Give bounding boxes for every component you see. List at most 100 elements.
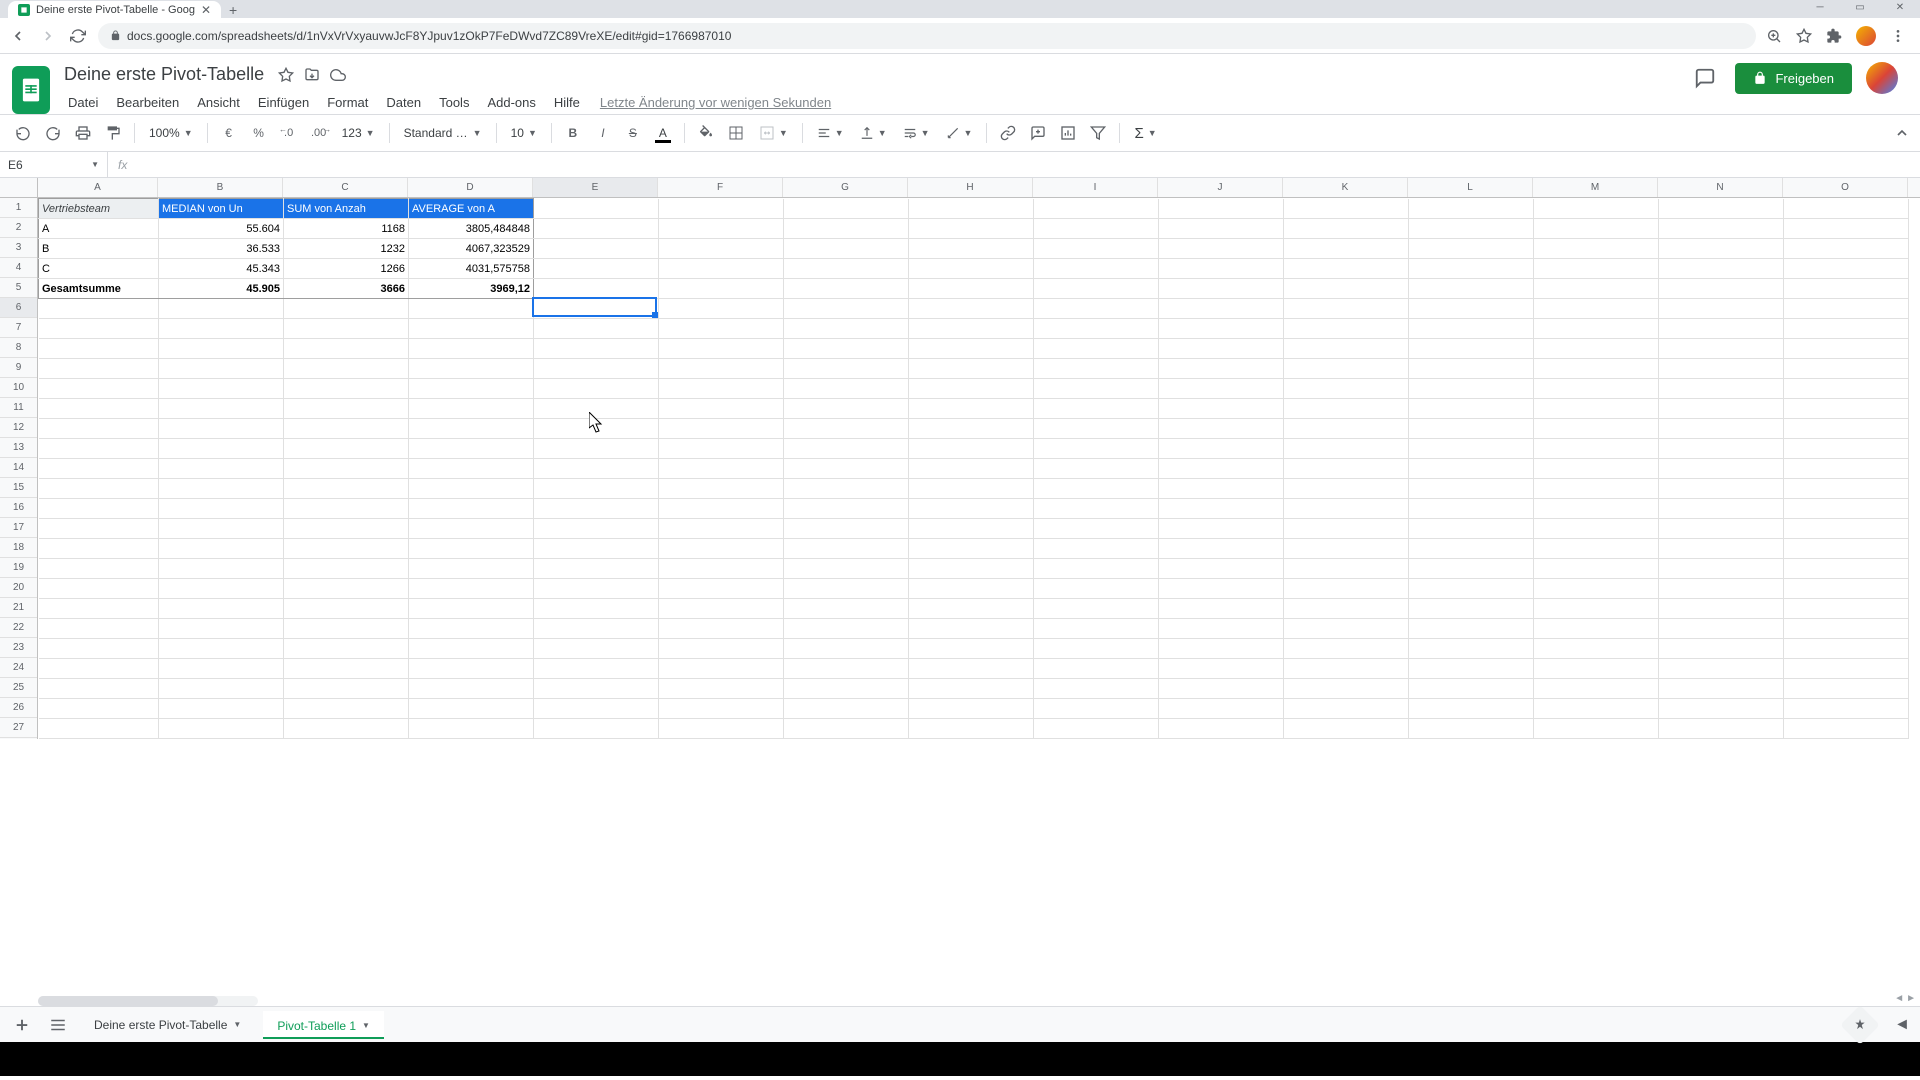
cell[interactable] <box>784 479 909 499</box>
cell[interactable] <box>1284 219 1409 239</box>
cell[interactable] <box>1409 319 1534 339</box>
cell[interactable] <box>409 719 534 739</box>
italic-button[interactable]: I <box>590 120 616 146</box>
cell[interactable] <box>1659 499 1784 519</box>
cell[interactable] <box>1784 599 1909 619</box>
window-minimize[interactable]: ─ <box>1800 0 1840 14</box>
cell[interactable] <box>1159 599 1284 619</box>
cell[interactable] <box>784 379 909 399</box>
cell[interactable] <box>909 339 1034 359</box>
cell[interactable] <box>39 299 159 319</box>
cell[interactable] <box>409 419 534 439</box>
cell[interactable] <box>1784 259 1909 279</box>
cell[interactable] <box>1159 619 1284 639</box>
cell[interactable] <box>534 459 659 479</box>
cell[interactable] <box>1784 359 1909 379</box>
cell[interactable] <box>659 259 784 279</box>
cell[interactable] <box>1159 379 1284 399</box>
cell[interactable] <box>284 459 409 479</box>
cell[interactable] <box>784 459 909 479</box>
cell[interactable] <box>39 439 159 459</box>
cell[interactable] <box>1409 499 1534 519</box>
strikethrough-button[interactable]: S <box>620 120 646 146</box>
cell[interactable] <box>1284 499 1409 519</box>
cell[interactable] <box>159 599 284 619</box>
cell[interactable] <box>1534 539 1659 559</box>
cell[interactable] <box>1159 559 1284 579</box>
cell[interactable] <box>659 599 784 619</box>
column-header[interactable]: I <box>1033 178 1158 197</box>
cell[interactable] <box>284 299 409 319</box>
row-header[interactable]: 17 <box>0 518 37 538</box>
cell[interactable] <box>1784 659 1909 679</box>
cell[interactable] <box>659 239 784 259</box>
cell[interactable] <box>409 539 534 559</box>
cell[interactable] <box>659 519 784 539</box>
cell[interactable] <box>1159 359 1284 379</box>
cell[interactable] <box>1034 199 1159 219</box>
cell[interactable] <box>159 619 284 639</box>
cell[interactable] <box>534 659 659 679</box>
column-header[interactable]: C <box>283 178 408 197</box>
cell[interactable] <box>534 299 659 319</box>
sheets-logo[interactable] <box>12 66 50 114</box>
cell[interactable] <box>784 239 909 259</box>
cell[interactable] <box>784 659 909 679</box>
cell[interactable] <box>909 259 1034 279</box>
currency-button[interactable]: € <box>216 120 242 146</box>
cell[interactable] <box>1159 419 1284 439</box>
cell[interactable] <box>534 699 659 719</box>
cell[interactable] <box>409 299 534 319</box>
cell[interactable] <box>1659 639 1784 659</box>
explore-button[interactable] <box>1840 1005 1880 1045</box>
cell[interactable] <box>1159 459 1284 479</box>
window-maximize[interactable]: ▭ <box>1840 0 1880 14</box>
row-header[interactable]: 11 <box>0 398 37 418</box>
cell[interactable] <box>1034 219 1159 239</box>
cell[interactable] <box>409 459 534 479</box>
zoom-icon[interactable] <box>1766 28 1782 44</box>
cell[interactable] <box>1034 399 1159 419</box>
cell[interactable] <box>1284 299 1409 319</box>
cell[interactable] <box>1534 719 1659 739</box>
cell[interactable] <box>909 579 1034 599</box>
cell[interactable] <box>534 619 659 639</box>
cell[interactable] <box>784 719 909 739</box>
cell[interactable] <box>1034 459 1159 479</box>
cell[interactable] <box>909 499 1034 519</box>
cell[interactable] <box>1409 399 1534 419</box>
collapse-toolbar-icon[interactable] <box>1894 125 1910 141</box>
cell[interactable] <box>1534 439 1659 459</box>
cell[interactable] <box>1534 499 1659 519</box>
cell[interactable] <box>659 319 784 339</box>
cell[interactable] <box>409 439 534 459</box>
cell[interactable] <box>534 279 659 299</box>
cell[interactable] <box>1159 239 1284 259</box>
cell[interactable] <box>659 639 784 659</box>
cell[interactable] <box>1784 219 1909 239</box>
cell[interactable] <box>1659 699 1784 719</box>
user-avatar[interactable] <box>1866 62 1898 94</box>
cell[interactable] <box>39 659 159 679</box>
horizontal-scrollbar[interactable] <box>38 996 258 1006</box>
menu-file[interactable]: Datei <box>60 91 106 114</box>
cell[interactable]: MEDIAN von Un <box>159 199 284 219</box>
cell[interactable] <box>909 359 1034 379</box>
cell[interactable] <box>1409 699 1534 719</box>
cell[interactable] <box>1784 519 1909 539</box>
cell[interactable] <box>784 519 909 539</box>
print-button[interactable] <box>70 120 96 146</box>
row-header[interactable]: 14 <box>0 458 37 478</box>
cell[interactable]: B <box>39 239 159 259</box>
row-header[interactable]: 5 <box>0 278 37 298</box>
cell[interactable] <box>39 339 159 359</box>
cell[interactable] <box>1409 199 1534 219</box>
cell[interactable]: SUM von Anzah <box>284 199 409 219</box>
cell[interactable] <box>284 379 409 399</box>
cell[interactable] <box>1034 599 1159 619</box>
cell[interactable] <box>1159 479 1284 499</box>
cell[interactable] <box>909 619 1034 639</box>
cell[interactable] <box>1409 259 1534 279</box>
cell[interactable] <box>1784 399 1909 419</box>
cell[interactable] <box>39 399 159 419</box>
